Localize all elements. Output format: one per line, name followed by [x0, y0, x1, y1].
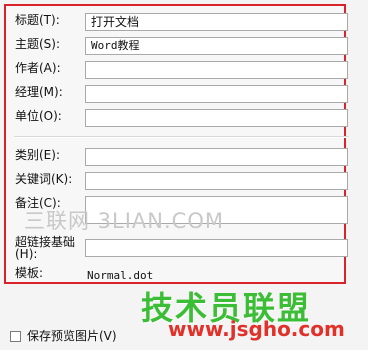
hyperlink-base-label: 超链接基础(H): — [15, 235, 76, 261]
properties-summary-panel: 标题(T): 打开文档 主题(S): Word教程 作者(A): 经理(M): … — [4, 4, 349, 284]
manager-field[interactable] — [85, 85, 348, 103]
manager-label: 经理(M): — [15, 85, 63, 99]
keywords-field[interactable] — [85, 172, 348, 190]
keywords-label: 关键词(K): — [15, 172, 73, 186]
brand-url: www.jsgho.com — [168, 317, 345, 341]
author-field[interactable] — [85, 61, 348, 79]
subject-field[interactable]: Word教程 — [85, 37, 348, 55]
template-label: 模板: — [15, 266, 44, 280]
save-preview-checkbox[interactable] — [10, 331, 21, 342]
template-value: Normal.dot — [87, 269, 154, 282]
save-preview-label[interactable]: 保存预览图片(V) — [27, 329, 117, 343]
hyperlink-base-field[interactable] — [85, 239, 348, 257]
category-field[interactable] — [85, 148, 348, 166]
subject-label: 主题(S): — [15, 37, 61, 51]
title-label: 标题(T): — [15, 13, 60, 27]
company-label: 单位(O): — [15, 109, 62, 123]
category-label: 类别(E): — [15, 148, 60, 162]
author-label: 作者(A): — [15, 61, 61, 75]
section-divider-highlight — [14, 137, 349, 138]
company-field[interactable] — [85, 109, 348, 127]
watermark-text: 三联网 3LIAN.COM — [24, 209, 224, 233]
title-field[interactable]: 打开文档 — [85, 13, 348, 31]
